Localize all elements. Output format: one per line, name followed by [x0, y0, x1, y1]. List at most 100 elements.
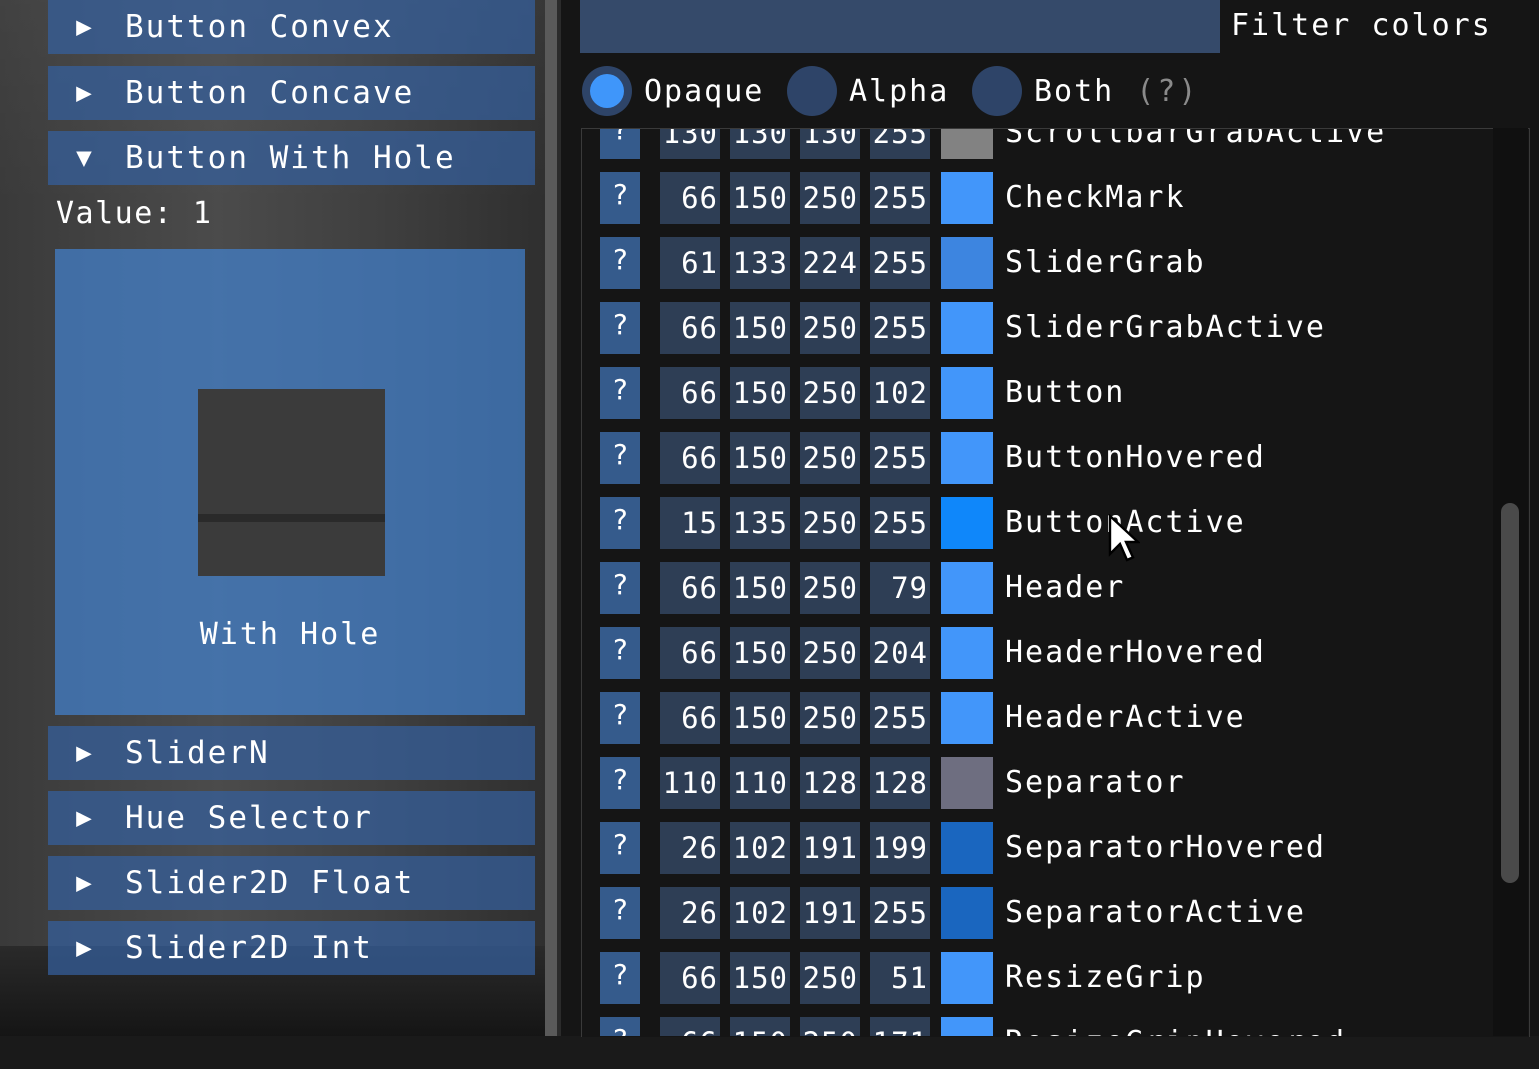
- color-help-button[interactable]: ?: [600, 367, 640, 419]
- radio-opaque[interactable]: Opaque: [582, 65, 764, 117]
- color-b-field[interactable]: 191: [800, 887, 860, 939]
- header-slider2d-float[interactable]: ▶ Slider2D Float: [48, 856, 535, 910]
- color-r-field[interactable]: 66: [660, 562, 720, 614]
- color-a-field[interactable]: 199: [870, 822, 930, 874]
- color-g-field[interactable]: 150: [730, 172, 790, 224]
- color-swatch[interactable]: [941, 302, 993, 354]
- color-a-field[interactable]: 255: [870, 692, 930, 744]
- color-swatch[interactable]: [941, 367, 993, 419]
- color-help-button[interactable]: ?: [600, 822, 640, 874]
- color-g-field[interactable]: 150: [730, 367, 790, 419]
- color-a-field[interactable]: 102: [870, 367, 930, 419]
- color-b-field[interactable]: 191: [800, 822, 860, 874]
- color-swatch[interactable]: [941, 692, 993, 744]
- color-r-field[interactable]: 110: [660, 757, 720, 809]
- color-b-field[interactable]: 250: [800, 497, 860, 549]
- color-b-field[interactable]: 128: [800, 757, 860, 809]
- header-slidern[interactable]: ▶ SliderN: [48, 726, 535, 780]
- color-a-field[interactable]: 51: [870, 952, 930, 1004]
- color-g-field[interactable]: 150: [730, 562, 790, 614]
- color-g-field[interactable]: 150: [730, 1017, 790, 1036]
- color-a-field[interactable]: 255: [870, 432, 930, 484]
- header-slider2d-int[interactable]: ▶ Slider2D Int: [48, 921, 535, 975]
- help-marker[interactable]: (?): [1136, 74, 1199, 109]
- color-b-field[interactable]: 250: [800, 302, 860, 354]
- color-r-field[interactable]: 66: [660, 952, 720, 1004]
- color-g-field[interactable]: 150: [730, 302, 790, 354]
- color-a-field[interactable]: 128: [870, 757, 930, 809]
- color-swatch[interactable]: [941, 432, 993, 484]
- color-help-button[interactable]: ?: [600, 627, 640, 679]
- color-help-button[interactable]: ?: [600, 757, 640, 809]
- color-r-field[interactable]: 66: [660, 367, 720, 419]
- color-swatch[interactable]: [941, 822, 993, 874]
- radio-both[interactable]: Both (?): [972, 65, 1199, 117]
- color-b-field[interactable]: 250: [800, 952, 860, 1004]
- color-help-button[interactable]: ?: [600, 432, 640, 484]
- header-button-with-hole[interactable]: ▼ Button With Hole: [48, 131, 535, 185]
- color-r-field[interactable]: 66: [660, 172, 720, 224]
- color-a-field[interactable]: 255: [870, 237, 930, 289]
- color-help-button[interactable]: ?: [600, 692, 640, 744]
- with-hole-button[interactable]: With Hole: [55, 249, 525, 715]
- color-b-field[interactable]: 250: [800, 172, 860, 224]
- color-g-field[interactable]: 110: [730, 757, 790, 809]
- color-b-field[interactable]: 224: [800, 237, 860, 289]
- color-help-button[interactable]: ?: [600, 237, 640, 289]
- color-swatch[interactable]: [941, 757, 993, 809]
- color-r-field[interactable]: 26: [660, 887, 720, 939]
- color-help-button[interactable]: ?: [600, 562, 640, 614]
- color-b-field[interactable]: 250: [800, 432, 860, 484]
- color-r-field[interactable]: 61: [660, 237, 720, 289]
- filter-colors-input[interactable]: [580, 0, 1220, 53]
- color-swatch[interactable]: [941, 497, 993, 549]
- color-b-field[interactable]: 250: [800, 1017, 860, 1036]
- color-help-button[interactable]: ?: [600, 1017, 640, 1036]
- color-g-field[interactable]: 150: [730, 692, 790, 744]
- color-b-field[interactable]: 250: [800, 627, 860, 679]
- color-g-field[interactable]: 150: [730, 627, 790, 679]
- color-swatch[interactable]: [941, 562, 993, 614]
- radio-alpha[interactable]: Alpha: [787, 65, 949, 117]
- header-hue-selector[interactable]: ▶ Hue Selector: [48, 791, 535, 845]
- color-r-field[interactable]: 66: [660, 627, 720, 679]
- color-a-field[interactable]: 255: [870, 172, 930, 224]
- color-help-button[interactable]: ?: [600, 497, 640, 549]
- color-swatch[interactable]: [941, 1017, 993, 1036]
- color-b-field[interactable]: 250: [800, 562, 860, 614]
- color-a-field[interactable]: 255: [870, 887, 930, 939]
- color-b-field[interactable]: 250: [800, 692, 860, 744]
- color-g-field[interactable]: 133: [730, 237, 790, 289]
- color-r-field[interactable]: 66: [660, 1017, 720, 1036]
- header-button-convex[interactable]: ▶ Button Convex: [48, 0, 535, 54]
- color-g-field[interactable]: 150: [730, 432, 790, 484]
- scrollbar-thumb[interactable]: [1501, 503, 1519, 883]
- color-help-button[interactable]: ?: [600, 172, 640, 224]
- color-g-field[interactable]: 135: [730, 497, 790, 549]
- color-a-field[interactable]: 255: [870, 497, 930, 549]
- color-swatch[interactable]: [941, 237, 993, 289]
- color-g-field[interactable]: 102: [730, 822, 790, 874]
- color-swatch[interactable]: [941, 627, 993, 679]
- color-help-button[interactable]: ?: [600, 302, 640, 354]
- color-help-button[interactable]: ?: [600, 952, 640, 1004]
- color-swatch[interactable]: [941, 172, 993, 224]
- color-b-field[interactable]: 250: [800, 367, 860, 419]
- color-a-field[interactable]: 79: [870, 562, 930, 614]
- color-help-button[interactable]: ?: [600, 887, 640, 939]
- color-r-field[interactable]: 26: [660, 822, 720, 874]
- color-g-field[interactable]: 150: [730, 952, 790, 1004]
- color-a-field[interactable]: 255: [870, 302, 930, 354]
- color-swatch[interactable]: [941, 887, 993, 939]
- color-r-field[interactable]: 66: [660, 302, 720, 354]
- color-swatch[interactable]: [941, 952, 993, 1004]
- color-a-field[interactable]: 171: [870, 1017, 930, 1036]
- panel-splitter[interactable]: [545, 0, 557, 1036]
- color-r-field[interactable]: 66: [660, 432, 720, 484]
- color-r-field[interactable]: 66: [660, 692, 720, 744]
- color-r-field[interactable]: 15: [660, 497, 720, 549]
- color-a-field[interactable]: 204: [870, 627, 930, 679]
- color-g-field[interactable]: 102: [730, 887, 790, 939]
- header-button-concave[interactable]: ▶ Button Concave: [48, 66, 535, 120]
- color-row: ? 61 133 224 255 SliderGrab: [600, 237, 1480, 289]
